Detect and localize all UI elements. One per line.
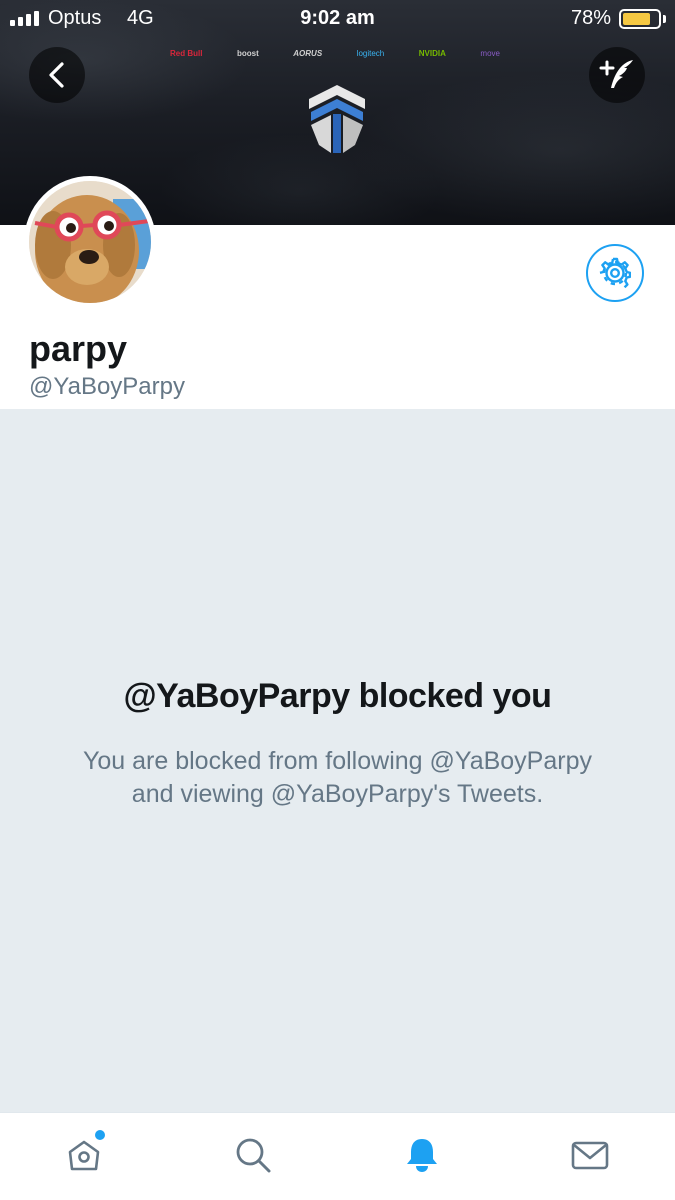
sponsor-logo: logitech <box>356 48 385 58</box>
tab-messages[interactable] <box>568 1133 612 1177</box>
battery-icon <box>619 9 661 29</box>
profile-avatar[interactable] <box>24 176 156 308</box>
unread-dot <box>95 1130 105 1140</box>
sponsor-logo: AORUS <box>293 48 323 58</box>
battery-fill <box>623 13 650 25</box>
profile-settings-button[interactable] <box>586 244 644 302</box>
status-bar: Optus 4G 9:02 am 78% <box>0 0 675 38</box>
messages-icon <box>571 1141 609 1170</box>
battery-percentage: 78% <box>570 7 611 29</box>
blocked-notice-panel: @YaBoyParpy blocked you You are blocked … <box>0 409 675 1112</box>
tab-search[interactable] <box>231 1133 275 1177</box>
compose-tweet-button[interactable] <box>589 47 645 103</box>
blocked-message: You are blocked from following @YaBoyPar… <box>83 747 592 808</box>
avatar-image <box>29 181 151 303</box>
tab-notifications[interactable] <box>400 1133 444 1177</box>
blocked-title: @YaBoyParpy blocked you <box>123 677 552 715</box>
sponsor-logo: Red Bull <box>170 48 203 58</box>
gear-icon <box>599 257 631 289</box>
bottom-tab-bar <box>0 1112 675 1200</box>
sponsor-logo: NVIDIA <box>418 48 446 58</box>
sponsor-logo: move <box>480 48 500 58</box>
back-button[interactable] <box>29 47 85 103</box>
battery-tip <box>663 15 666 23</box>
notifications-icon <box>407 1139 437 1172</box>
sponsor-strip: Red Bull boost AORUS logitech NVIDIA mov… <box>170 45 500 61</box>
home-icon <box>68 1140 100 1171</box>
compose-tweet-icon <box>599 60 633 88</box>
team-shield-logo-icon <box>309 85 365 153</box>
sponsor-logo: boost <box>236 48 259 58</box>
search-icon <box>236 1138 271 1173</box>
profile-display-name: parpy <box>29 328 128 369</box>
profile-handle: @YaBoyParpy <box>29 373 185 400</box>
chevron-left-icon <box>49 62 64 88</box>
